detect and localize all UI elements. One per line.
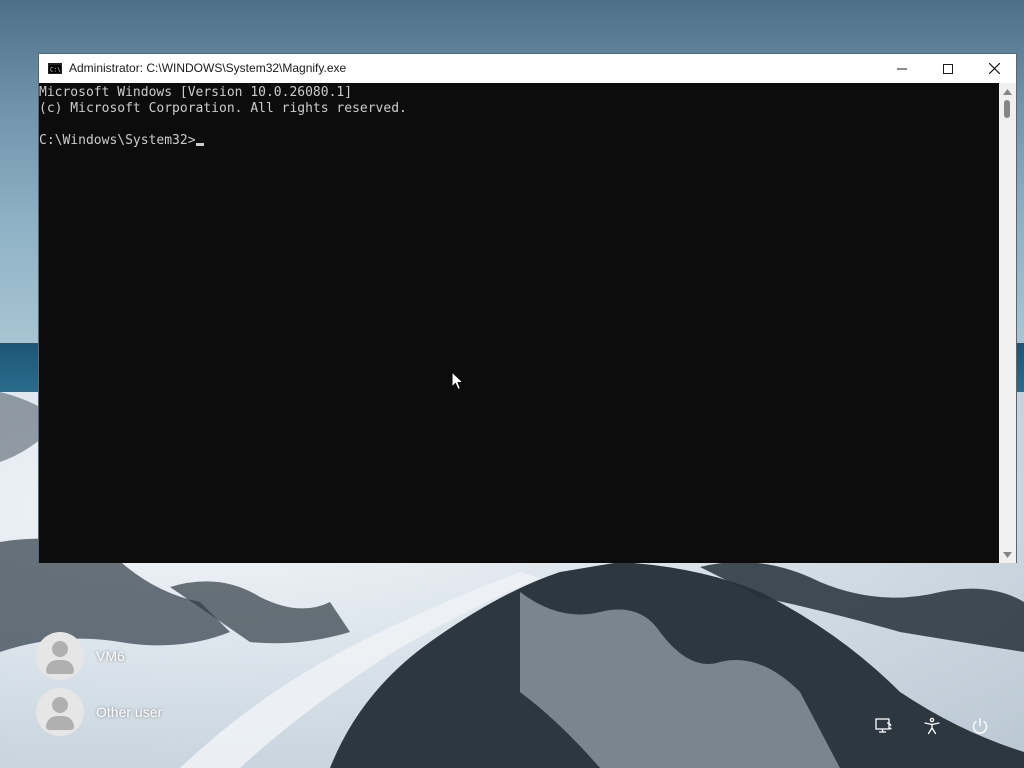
close-button[interactable]	[971, 54, 1017, 83]
maximize-button[interactable]	[925, 54, 971, 83]
scroll-up-button[interactable]	[999, 83, 1016, 100]
vertical-scrollbar[interactable]	[999, 83, 1016, 563]
window-title: Administrator: C:\WINDOWS\System32\Magni…	[69, 61, 347, 75]
user-tile-other-user[interactable]: Other user	[36, 688, 236, 736]
minimize-button[interactable]	[879, 54, 925, 83]
user-name: VM6	[96, 648, 125, 664]
avatar	[36, 632, 84, 680]
network-button[interactable]	[872, 714, 896, 738]
scroll-down-button[interactable]	[999, 546, 1016, 563]
user-name: Other user	[96, 704, 163, 720]
scrollbar-thumb[interactable]	[1004, 100, 1010, 118]
text-cursor	[195, 143, 204, 146]
power-icon	[972, 717, 988, 734]
minimize-icon	[897, 68, 907, 69]
power-button[interactable]	[968, 714, 992, 738]
avatar	[36, 688, 84, 736]
terminal-line: (c) Microsoft Corporation. All rights re…	[39, 101, 407, 116]
accessibility-button[interactable]	[920, 714, 944, 738]
terminal-output[interactable]: Microsoft Windows [Version 10.0.26080.1]…	[39, 83, 999, 563]
network-icon	[875, 718, 892, 733]
terminal-line: Microsoft Windows [Version 10.0.26080.1]	[39, 85, 353, 100]
terminal-prompt: C:\Windows\System32>	[39, 133, 196, 148]
console-window[interactable]: C:\ Administrator: C:\WINDOWS\System32\M…	[38, 53, 1017, 563]
maximize-icon	[943, 63, 953, 74]
arrow-down-icon	[1003, 551, 1012, 558]
terminal-prompt-line[interactable]: C:\Windows\System32>	[39, 133, 999, 149]
window-titlebar[interactable]: C:\ Administrator: C:\WINDOWS\System32\M…	[39, 54, 1016, 83]
console-icon: C:\	[48, 63, 62, 74]
accessibility-icon	[924, 717, 940, 735]
user-tile-vm6[interactable]: VM6	[36, 632, 236, 680]
mouse-pointer-icon	[451, 371, 465, 391]
arrow-up-icon	[1003, 88, 1012, 95]
svg-text:C:\: C:\	[50, 67, 61, 74]
close-icon	[988, 63, 1000, 74]
